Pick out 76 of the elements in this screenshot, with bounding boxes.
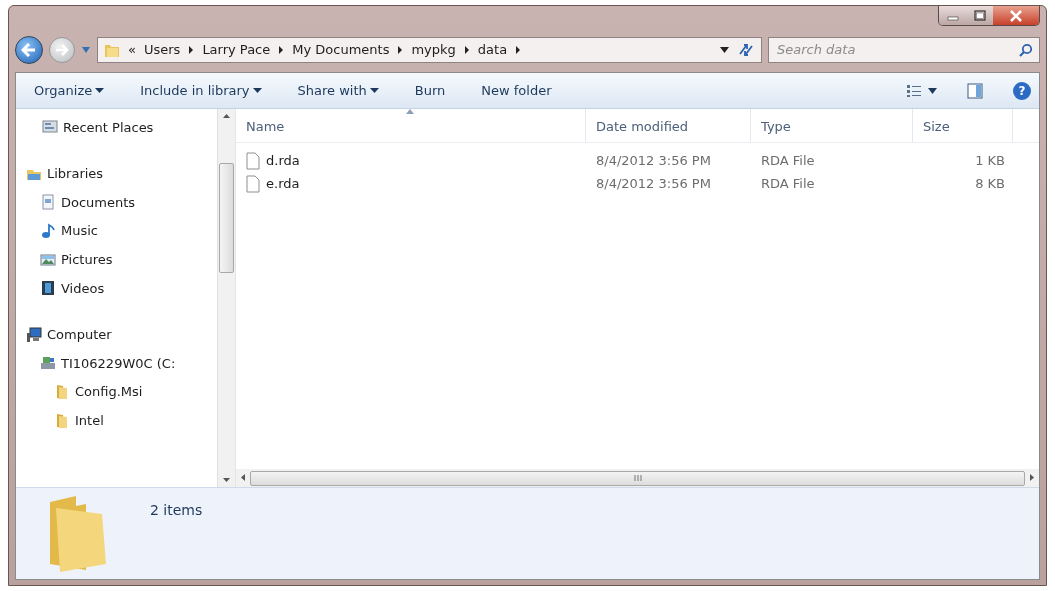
file-size: 1 KB (974, 151, 1006, 170)
documents-icon (40, 194, 56, 211)
back-arrow-icon (21, 43, 37, 57)
nav-item[interactable]: TI106229W0C (C: (61, 353, 176, 374)
dropdown-caret-icon[interactable] (720, 47, 729, 53)
column-header[interactable]: Size (913, 109, 1013, 142)
file-icon (246, 151, 260, 170)
file-name[interactable]: d.rda (266, 150, 300, 171)
computer-icon (26, 326, 42, 343)
chevron-icon[interactable] (397, 46, 404, 54)
maximize-button[interactable] (966, 6, 993, 25)
chevron-icon[interactable] (515, 46, 522, 54)
scroll-down-icon[interactable] (222, 477, 231, 483)
nav-item[interactable]: Recent Places (63, 117, 154, 138)
breadcrumb-item[interactable]: My Documents (292, 40, 390, 60)
pictures-icon (40, 251, 56, 268)
chevron-icon[interactable] (278, 46, 285, 54)
forward-arrow-icon (55, 44, 69, 56)
scroll-right-icon[interactable] (1029, 474, 1035, 482)
maximize-icon (973, 10, 986, 21)
caret-icon[interactable] (928, 87, 937, 94)
videos-icon (40, 280, 56, 297)
close-button[interactable] (993, 6, 1039, 25)
column-header[interactable]: Type (751, 109, 913, 142)
item-count: 2 items (150, 501, 203, 520)
chevron-icon[interactable] (188, 46, 195, 54)
close-icon (1009, 9, 1023, 22)
nav-item[interactable]: Music (61, 221, 98, 241)
file-icon (246, 174, 260, 193)
file-size: 8 KB (974, 174, 1006, 193)
scroll-up-icon[interactable] (222, 113, 231, 119)
back-button[interactable] (15, 36, 43, 64)
search-icon[interactable] (1019, 43, 1033, 57)
nav-item[interactable]: Computer (47, 325, 112, 345)
toolbar-button[interactable]: Include in library (130, 76, 272, 105)
file-type: RDA File (760, 151, 816, 170)
folder-icon (54, 384, 70, 401)
folder-icon (54, 412, 70, 429)
preview-pane-icon[interactable] (967, 82, 983, 99)
scroll-left-icon[interactable] (240, 474, 246, 482)
search-box[interactable]: Search data (768, 37, 1040, 63)
nav-item[interactable]: Intel (75, 410, 104, 431)
toolbar-button[interactable]: Share with (287, 76, 389, 105)
music-icon (40, 223, 56, 240)
drive-icon (40, 355, 56, 372)
toolbar-button[interactable]: Burn (404, 76, 456, 105)
vertical-scrollbar[interactable] (217, 109, 235, 487)
recent-pages-icon[interactable] (81, 46, 91, 54)
nav-item[interactable]: Videos (61, 278, 105, 298)
file-name[interactable]: e.rda (266, 173, 300, 194)
folder-icon (104, 42, 120, 58)
column-header[interactable]: Date modified (586, 109, 751, 142)
breadcrumb-item[interactable]: mypkg (411, 40, 456, 60)
column-header[interactable]: Name (236, 109, 586, 142)
view-options-icon[interactable] (906, 83, 922, 98)
search-field[interactable]: Search data (775, 39, 1019, 61)
breadcrumb-item[interactable]: data (477, 40, 508, 60)
file-date: 8/4/2012 3:56 PM (595, 174, 712, 193)
breadcrumb-item[interactable]: Users (143, 40, 181, 60)
refresh-icon[interactable] (737, 42, 755, 58)
nav-item[interactable]: Config.Msi (75, 382, 143, 402)
nav-item[interactable]: Pictures (61, 249, 113, 270)
nav-item[interactable]: Documents (61, 192, 136, 213)
help-button[interactable]: ? (1013, 81, 1031, 100)
recent-icon (42, 119, 58, 136)
address-bar[interactable]: « Users Larry Pace My Documents mypkg data (97, 37, 762, 63)
file-type: RDA File (760, 174, 816, 193)
chevron-icon[interactable] (463, 46, 470, 54)
toolbar-button[interactable]: New folder (471, 76, 562, 105)
breadcrumb-item[interactable]: Larry Pace (202, 40, 271, 60)
toolbar-button[interactable]: Organize (24, 76, 115, 105)
nav-item[interactable]: Libraries (47, 164, 104, 184)
file-date: 8/4/2012 3:56 PM (595, 151, 712, 170)
forward-button[interactable] (49, 37, 75, 63)
overflow-chevron[interactable]: « (128, 40, 136, 60)
scroll-thumb[interactable] (219, 163, 234, 273)
